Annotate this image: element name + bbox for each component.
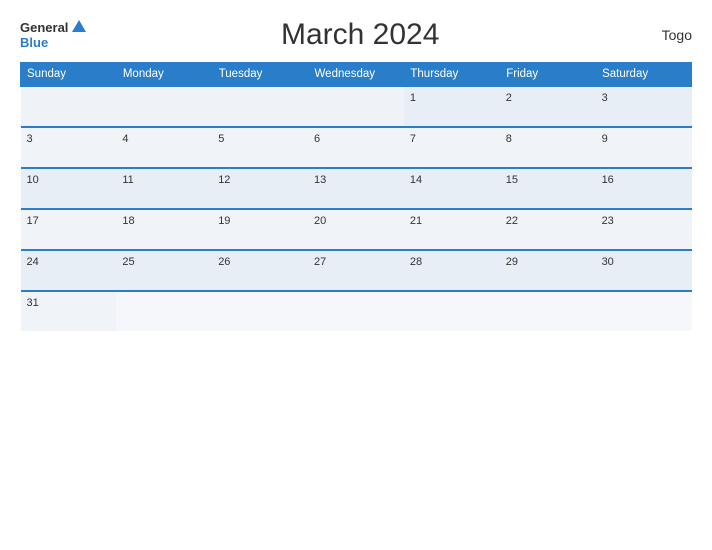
page: General Blue March 2024 Togo Sunday Mond… [0,0,712,550]
calendar-day-cell [212,86,308,127]
calendar-day-cell [308,291,404,331]
calendar-week-row: 31 [21,291,692,331]
col-wednesday: Wednesday [308,63,404,87]
calendar-week-row: 24252627282930 [21,250,692,291]
col-friday: Friday [500,63,596,87]
logo: General Blue [20,20,88,50]
col-sunday: Sunday [21,63,117,87]
col-thursday: Thursday [404,63,500,87]
logo-general-text: General [20,21,68,35]
calendar-day-cell [21,86,117,127]
calendar-day-cell: 29 [500,250,596,291]
calendar-day-cell: 17 [21,209,117,250]
calendar-day-cell: 9 [596,127,692,168]
calendar-day-cell: 10 [21,168,117,209]
calendar-day-cell: 8 [500,127,596,168]
calendar-day-cell: 4 [116,127,212,168]
calendar-week-row: 10111213141516 [21,168,692,209]
calendar-day-cell: 26 [212,250,308,291]
calendar-week-row: 17181920212223 [21,209,692,250]
col-saturday: Saturday [596,63,692,87]
calendar-day-cell: 31 [21,291,117,331]
calendar-day-cell: 30 [596,250,692,291]
calendar-table: Sunday Monday Tuesday Wednesday Thursday… [20,62,692,331]
calendar-day-cell [404,291,500,331]
calendar-week-row: 123 [21,86,692,127]
calendar-day-cell: 19 [212,209,308,250]
calendar-day-cell: 22 [500,209,596,250]
calendar-day-cell: 12 [212,168,308,209]
calendar-day-cell: 28 [404,250,500,291]
calendar-day-cell: 25 [116,250,212,291]
calendar-day-cell: 20 [308,209,404,250]
calendar-day-cell [596,291,692,331]
calendar-day-cell: 7 [404,127,500,168]
calendar-day-cell: 3 [596,86,692,127]
calendar-day-cell: 15 [500,168,596,209]
col-tuesday: Tuesday [212,63,308,87]
calendar-week-row: 3456789 [21,127,692,168]
country-label: Togo [632,27,692,43]
calendar-header-row: Sunday Monday Tuesday Wednesday Thursday… [21,63,692,87]
calendar-day-cell: 6 [308,127,404,168]
calendar-day-cell [212,291,308,331]
calendar-day-cell: 23 [596,209,692,250]
calendar-day-cell: 11 [116,168,212,209]
calendar-day-cell: 2 [500,86,596,127]
calendar-day-cell: 18 [116,209,212,250]
calendar-day-cell: 13 [308,168,404,209]
calendar-day-cell: 21 [404,209,500,250]
logo-blue-text: Blue [20,36,48,50]
calendar-day-cell [116,291,212,331]
calendar-day-cell [500,291,596,331]
logo-icon [70,18,88,36]
col-monday: Monday [116,63,212,87]
calendar-title: March 2024 [88,18,632,52]
calendar-day-cell: 5 [212,127,308,168]
calendar-day-cell: 14 [404,168,500,209]
calendar-day-cell: 16 [596,168,692,209]
header: General Blue March 2024 Togo [20,18,692,52]
calendar-day-cell: 27 [308,250,404,291]
calendar-day-cell: 3 [21,127,117,168]
calendar-day-cell: 24 [21,250,117,291]
calendar-day-cell [308,86,404,127]
calendar-day-cell [116,86,212,127]
calendar-day-cell: 1 [404,86,500,127]
